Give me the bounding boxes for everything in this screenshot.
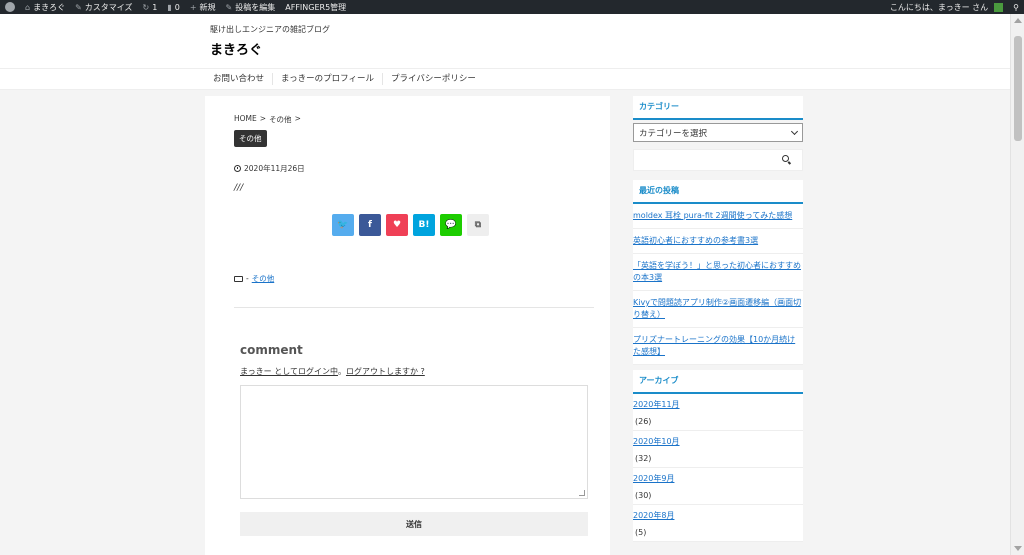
copy-link-button[interactable]: ⧉ (467, 214, 489, 236)
comment-submit-button[interactable]: 送信 (240, 512, 588, 536)
adminbar-affinger[interactable]: AFFINGER5管理 (280, 0, 351, 14)
adminbar-account[interactable]: こんにちは、まっきー さん (885, 0, 1008, 14)
facebook-share-button[interactable]: f (359, 214, 381, 236)
pencil-icon: ✎ (225, 2, 233, 12)
archive-item: 2020年9月 (30) (633, 468, 803, 505)
archive-widget: アーカイブ 2020年11月 (26) 2020年10月 (32) 2020年9… (633, 370, 803, 542)
hatena-icon: B! (418, 220, 430, 230)
archive-item: 2020年8月 (5) (633, 505, 803, 542)
site-title[interactable]: まきろぐ (210, 39, 262, 58)
comment-login-status: まっきー としてログイン中。ログアウトしますか ? (240, 367, 425, 376)
divider (234, 307, 594, 308)
share-buttons: 🐦 f ♥ B! 💬 ⧉ (332, 214, 489, 236)
search-icon[interactable] (782, 155, 789, 162)
twitter-share-button[interactable]: 🐦 (332, 214, 354, 236)
category-select[interactable]: カテゴリーを選択 (633, 123, 803, 142)
logged-in-user-link[interactable]: まっきー としてログイン中 (240, 367, 338, 376)
breadcrumb-category[interactable]: その他 (269, 114, 292, 125)
comment-bubble-icon: ▮ (167, 2, 172, 12)
post-footer-category: - その他 (234, 273, 274, 284)
adminbar-comments[interactable]: ▮ 0 (162, 0, 185, 14)
folder-icon (234, 275, 243, 282)
avatar (994, 2, 1004, 12)
nav-item-privacy[interactable]: プライバシーポリシー (383, 73, 484, 85)
nav-item-contact[interactable]: お問い合わせ (205, 73, 274, 85)
post-date: 2020年11月26日 (234, 163, 305, 174)
main-nav: お問い合わせ まっきーのプロフィール プライバシーポリシー (0, 68, 1010, 90)
archive-item: 2020年11月 (26) (633, 394, 803, 431)
adminbar-customize[interactable]: ✎ カスタマイズ (70, 0, 137, 14)
category-badge[interactable]: その他 (234, 130, 267, 147)
line-share-button[interactable]: 💬 (440, 214, 462, 236)
wordpress-logo-icon[interactable] (0, 0, 20, 14)
nav-item-profile[interactable]: まっきーのプロフィール (273, 73, 384, 85)
archive-count: (26) (635, 417, 652, 426)
comment-textarea[interactable] (240, 385, 588, 499)
adminbar-new[interactable]: + 新規 (185, 0, 221, 14)
archive-count: (5) (635, 528, 647, 537)
archive-count: (30) (635, 491, 652, 500)
post-content: HOME > その他 > その他 2020年11月26日 /// 🐦 f ♥ B… (205, 96, 610, 555)
post-body: /// (234, 183, 244, 193)
recent-post-link[interactable]: 英語初心者におすすめの参考書3選 (633, 229, 803, 254)
comment-heading: comment (240, 343, 303, 357)
adminbar-search-icon[interactable]: ⚲ (1008, 0, 1024, 14)
breadcrumb-separator: > (259, 114, 267, 123)
brush-icon: ✎ (75, 2, 82, 12)
sidebar-search-input[interactable] (633, 149, 803, 171)
line-icon: 💬 (445, 220, 457, 230)
breadcrumb-home[interactable]: HOME (234, 114, 257, 125)
pocket-icon: ♥ (392, 220, 402, 230)
adminbar-site-link[interactable]: ⌂ まきろぐ (20, 0, 70, 14)
plus-icon: + (189, 2, 197, 12)
refresh-icon: ↻ (142, 2, 150, 12)
post-category-link[interactable]: その他 (252, 273, 275, 284)
recent-posts-title: 最近の投稿 (633, 180, 803, 204)
breadcrumb-separator: > (294, 114, 301, 123)
resize-grip-icon[interactable] (579, 490, 585, 496)
adminbar-updates[interactable]: ↻ 1 (138, 0, 163, 14)
archive-title: アーカイブ (633, 370, 803, 394)
site-header: 駆け出しエンジニアの雑記ブログ まきろぐ (0, 14, 1010, 68)
archive-link[interactable]: 2020年8月 (633, 510, 803, 521)
home-icon: ⌂ (25, 2, 31, 12)
recent-post-link[interactable]: Kivyで問題読アプリ制作②画面遷移編（画面切り替え） (633, 291, 803, 328)
breadcrumb: HOME > その他 > (234, 114, 301, 125)
archive-count: (32) (635, 454, 652, 463)
recent-post-link[interactable]: moldex 耳栓 pura-fit 2週間使ってみた感想 (633, 204, 803, 229)
admin-bar: ⌂ まきろぐ ✎ カスタマイズ ↻ 1 ▮ 0 + 新規 ✎ 投稿を編集 AFF… (0, 0, 1024, 14)
facebook-icon: f (368, 220, 372, 230)
recent-post-link[interactable]: 「英語を学ぼう！」と思った初心者におすすめの本3選 (633, 254, 803, 291)
scroll-down-arrow-icon[interactable] (1014, 546, 1022, 551)
recent-post-link[interactable]: プリズナートレーニングの効果【10か月続けた感想】 (633, 328, 803, 365)
twitter-icon: 🐦 (337, 220, 349, 230)
site-tagline: 駆け出しエンジニアの雑記ブログ (210, 25, 330, 34)
clock-icon (234, 165, 241, 172)
logout-link[interactable]: ログアウトしますか ? (346, 367, 425, 376)
hatena-share-button[interactable]: B! (413, 214, 435, 236)
archive-link[interactable]: 2020年9月 (633, 473, 803, 484)
archive-item: 2020年10月 (32) (633, 431, 803, 468)
scroll-thumb[interactable] (1014, 36, 1022, 141)
category-widget-title: カテゴリー (633, 96, 803, 120)
chevron-down-icon (790, 127, 799, 136)
adminbar-edit-post[interactable]: ✎ 投稿を編集 (221, 0, 281, 14)
recent-posts-widget: 最近の投稿 moldex 耳栓 pura-fit 2週間使ってみた感想 英語初心… (633, 180, 803, 365)
archive-link[interactable]: 2020年11月 (633, 399, 803, 410)
copy-icon: ⧉ (474, 220, 482, 230)
pocket-share-button[interactable]: ♥ (386, 214, 408, 236)
sidebar: カテゴリー カテゴリーを選択 最近の投稿 moldex 耳栓 pura-fit … (633, 96, 803, 555)
archive-link[interactable]: 2020年10月 (633, 436, 803, 447)
page-scrollbar[interactable] (1010, 14, 1024, 555)
scroll-up-arrow-icon[interactable] (1014, 18, 1022, 23)
